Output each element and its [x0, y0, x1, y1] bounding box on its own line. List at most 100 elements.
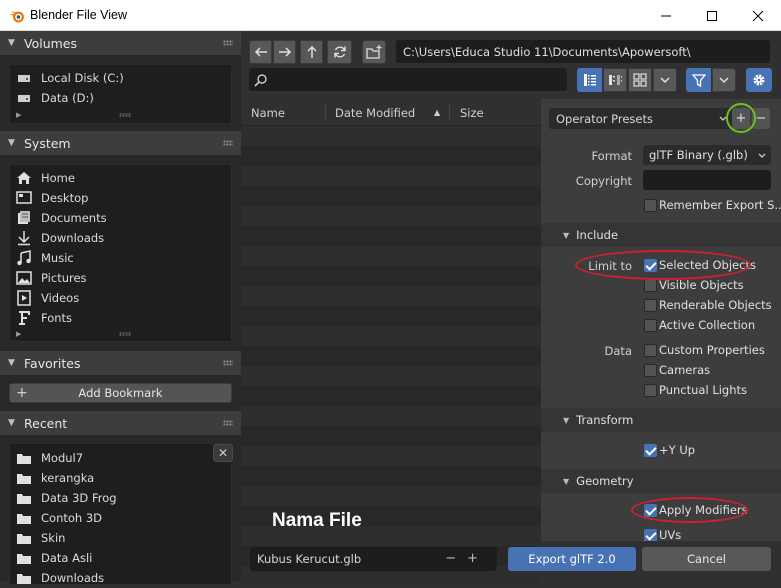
folder-icon	[16, 550, 32, 566]
volume-item-d[interactable]: Data (D:)	[16, 88, 94, 108]
folder-icon	[16, 530, 32, 546]
back-button[interactable]	[249, 40, 272, 64]
system-item-label: Desktop	[41, 191, 89, 205]
collapse-arrow-icon: ▼	[8, 38, 15, 48]
filename-input[interactable]: Kubus Kerucut.glb −+	[250, 547, 497, 571]
system-item-documents[interactable]: Documents	[16, 208, 107, 228]
column-name[interactable]: Name	[251, 106, 285, 120]
remove-recent-button[interactable]: ✕	[213, 444, 233, 462]
display-horizontal-list-button[interactable]	[603, 68, 627, 92]
increment-buttons[interactable]: −+	[445, 551, 489, 566]
minimize-icon	[661, 15, 671, 16]
close-icon: ✕	[217, 446, 229, 460]
system-item-label: Documents	[41, 211, 107, 225]
system-item-downloads[interactable]: Downloads	[16, 228, 104, 248]
cameras-checkbox[interactable]	[644, 364, 657, 377]
volume-label: Local Disk (C:)	[41, 71, 124, 85]
maximize-button[interactable]	[689, 0, 735, 31]
file-list-row	[241, 406, 541, 426]
format-value: glTF Binary (.glb)	[649, 148, 748, 162]
file-list-row	[241, 346, 541, 366]
directory-path-input[interactable]: C:\Users\Educa Studio 11\Documents\Apowe…	[396, 40, 770, 63]
volumes-title: Volumes	[24, 35, 78, 51]
system-item-fonts[interactable]: Fonts	[16, 308, 72, 328]
volume-item-c[interactable]: Local Disk (C:)	[16, 68, 124, 88]
recent-item[interactable]: Modul7	[16, 448, 83, 468]
column-date-modified[interactable]: Date Modified	[335, 106, 415, 120]
transform-header[interactable]: ▼ Transform	[541, 408, 781, 432]
favorites-header[interactable]: ▼ Favorites	[0, 351, 241, 375]
custom-properties-checkbox[interactable]	[644, 344, 657, 357]
volumes-header[interactable]: ▼ Volumes	[0, 31, 241, 55]
filter-toggle-button[interactable]	[686, 68, 711, 92]
system-item-music[interactable]: Music	[16, 248, 74, 268]
filter-options-dropdown[interactable]	[712, 68, 736, 92]
file-list-row	[241, 146, 541, 166]
uvs-checkbox[interactable]	[644, 529, 657, 541]
collapse-arrow-icon: ▼	[8, 138, 15, 148]
drag-grip-icon[interactable]	[223, 140, 233, 146]
recent-item-label: Contoh 3D	[41, 511, 103, 525]
display-options-dropdown[interactable]	[653, 68, 677, 92]
y-up-checkbox[interactable]	[644, 444, 657, 457]
recent-item[interactable]: Data 3D Frog	[16, 488, 117, 508]
file-list-row	[241, 426, 541, 446]
list-resize-handle[interactable]: ▶	[10, 111, 231, 119]
renderable-objects-checkbox[interactable]	[644, 299, 657, 312]
recent-item-label: Downloads	[41, 571, 105, 585]
minimize-button[interactable]	[643, 0, 689, 31]
copyright-field[interactable]	[643, 170, 771, 190]
refresh-button[interactable]	[327, 40, 352, 64]
drag-grip-icon[interactable]	[223, 40, 233, 46]
videos-icon	[16, 290, 32, 306]
search-icon	[254, 74, 267, 87]
forward-button[interactable]	[273, 40, 296, 64]
display-vertical-list-button[interactable]	[577, 68, 602, 92]
system-header[interactable]: ▼ System	[0, 131, 241, 155]
column-size[interactable]: Size	[460, 106, 484, 120]
drag-grip-icon[interactable]	[223, 360, 233, 366]
recent-item[interactable]: Data Asli	[16, 548, 92, 568]
search-field[interactable]	[249, 68, 567, 91]
recent-item[interactable]: Skin	[16, 528, 65, 548]
drag-grip-icon[interactable]	[223, 420, 233, 426]
system-item-desktop[interactable]: Desktop	[16, 188, 88, 208]
recent-item-label: kerangka	[41, 471, 95, 485]
list-view-icon	[583, 74, 596, 86]
remember-export-checkbox[interactable]	[644, 199, 657, 212]
format-dropdown[interactable]: glTF Binary (.glb)	[643, 145, 771, 165]
recent-item-label: Skin	[41, 531, 66, 545]
system-item-videos[interactable]: Videos	[16, 288, 79, 308]
add-bookmark-button[interactable]: + Add Bookmark	[9, 383, 232, 403]
system-item-pictures[interactable]: Pictures	[16, 268, 87, 288]
downloads-icon	[16, 230, 32, 246]
recent-item-label: Data 3D Frog	[41, 491, 117, 505]
punctual-lights-checkbox[interactable]	[644, 384, 657, 397]
include-header[interactable]: ▼ Include	[541, 223, 781, 247]
operator-presets-dropdown[interactable]: Operator Presets	[549, 108, 733, 129]
recent-item[interactable]: Downloads	[16, 568, 104, 588]
active-collection-checkbox[interactable]	[644, 319, 657, 332]
recent-item[interactable]: Contoh 3D	[16, 508, 102, 528]
display-thumbnails-button[interactable]	[628, 68, 652, 92]
recent-header[interactable]: ▼ Recent	[0, 411, 241, 435]
export-button[interactable]: Export glTF 2.0	[508, 547, 636, 571]
cancel-button[interactable]: Cancel	[642, 547, 771, 571]
close-window-button[interactable]	[735, 0, 781, 31]
format-label: Format	[591, 149, 632, 163]
file-list-row	[241, 226, 541, 246]
settings-toggle-button[interactable]	[746, 68, 772, 92]
new-folder-button[interactable]	[362, 40, 386, 64]
system-item-home[interactable]: Home	[16, 168, 75, 188]
filename-value: Kubus Kerucut.glb	[257, 552, 362, 566]
geometry-title: Geometry	[576, 474, 634, 488]
window-titlebar: Blender File View	[0, 0, 781, 31]
parent-directory-button[interactable]	[300, 40, 323, 64]
recent-item[interactable]: kerangka	[16, 468, 94, 488]
visible-objects-checkbox[interactable]	[644, 279, 657, 292]
geometry-header[interactable]: ▼ Geometry	[541, 469, 781, 493]
file-list-row	[241, 366, 541, 386]
list-resize-handle[interactable]: ▶	[10, 330, 231, 338]
recent-item-label: Data Asli	[41, 551, 93, 565]
file-list[interactable]: Name Date Modified ▲ Size	[241, 99, 541, 586]
